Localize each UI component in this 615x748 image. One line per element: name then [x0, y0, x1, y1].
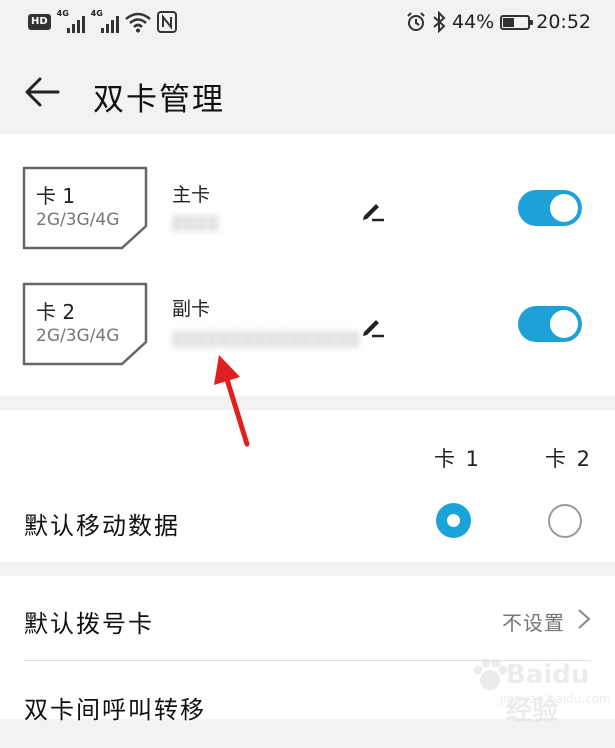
- sim-name: 卡 1: [36, 184, 76, 208]
- list-item-value: 不设置: [502, 611, 565, 635]
- sim-number-redacted: ▒▒▒▒▒▒▒▒▒▒▒▒▒▒▒▒: [172, 332, 361, 348]
- sim-row-1: 卡 1 2G/3G/4G 主卡 ▒▒▒▒: [0, 164, 615, 280]
- sim-card-icon: 卡 2 2G/3G/4G: [22, 282, 148, 366]
- radio-sim1-selected[interactable]: [436, 503, 471, 538]
- sim-number-redacted: ▒▒▒▒: [172, 216, 220, 232]
- list-item-label: 默认拨号卡: [24, 610, 154, 638]
- page-title: 双卡管理: [93, 82, 225, 118]
- battery-percent: 44%: [452, 11, 495, 33]
- battery-icon: [500, 14, 534, 30]
- sim-row-2: 卡 2 2G/3G/4G 副卡 ▒▒▒▒▒▒▒▒▒▒▒▒▒▒▒▒: [0, 280, 615, 396]
- edit-icon[interactable]: [358, 196, 386, 224]
- radio-sim2[interactable]: [548, 504, 582, 538]
- alarm-icon: [407, 12, 425, 31]
- sim2-toggle[interactable]: [518, 306, 582, 342]
- sim1-toggle[interactable]: [518, 190, 582, 226]
- sim-network-types: 2G/3G/4G: [36, 210, 120, 230]
- column-header-sim2: 卡 2: [545, 447, 593, 471]
- edit-icon[interactable]: [358, 312, 386, 340]
- signal-icon: 4G: [91, 9, 119, 33]
- bluetooth-icon: [433, 11, 446, 33]
- sim-card-icon: 卡 1 2G/3G/4G: [22, 166, 148, 250]
- signal-icon: 4G: [57, 9, 85, 33]
- baidu-watermark-logo: Baidu 经验 jingyan.baidu.com: [470, 650, 611, 726]
- sim-name: 卡 2: [36, 300, 76, 324]
- nfc-icon: [156, 11, 177, 33]
- chevron-right-icon: [578, 609, 591, 629]
- back-arrow-icon[interactable]: [22, 72, 62, 112]
- column-header-sim1: 卡 1: [434, 447, 482, 471]
- sim-role-label: 主卡: [172, 184, 211, 206]
- default-data-label: 默认移动数据: [24, 512, 180, 540]
- default-data-section: 卡 1 卡 2 默认移动数据: [0, 410, 615, 562]
- hd-icon: HD: [28, 14, 51, 30]
- wifi-icon: [124, 12, 151, 33]
- clock: 20:52: [536, 11, 591, 33]
- list-item-label: 双卡间呼叫转移: [24, 696, 206, 724]
- status-bar: HD 4G 4G 44% 20:52: [0, 0, 615, 48]
- sim-role-label: 副卡: [172, 298, 211, 320]
- sim-network-types: 2G/3G/4G: [36, 326, 120, 346]
- sim-card-list: 卡 1 2G/3G/4G 主卡 ▒▒▒▒ 卡 2 2G/3G/4G 副卡 ▒▒▒…: [0, 134, 615, 396]
- title-bar: 双卡管理: [0, 48, 615, 134]
